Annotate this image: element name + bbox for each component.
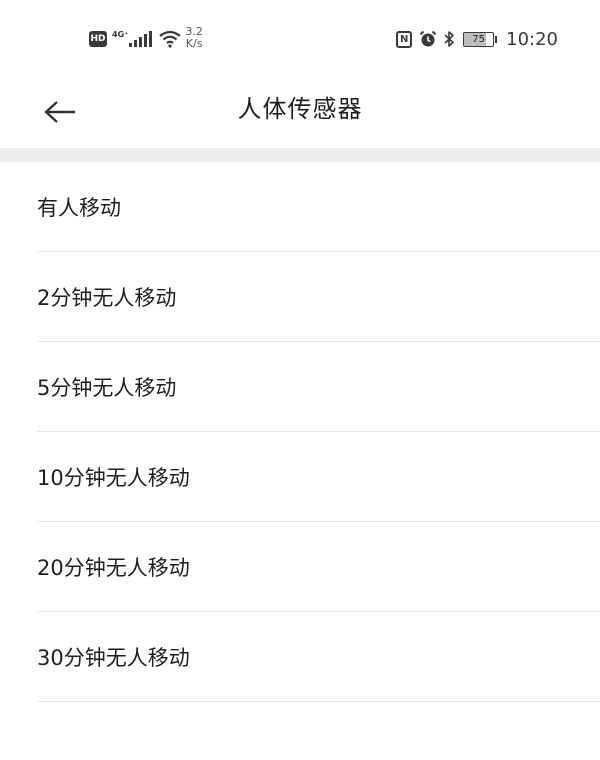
network-type-label: 4G⁺ xyxy=(112,29,129,39)
status-bar: HD 4G⁺ 3.2 K/s N 75 10:20 xyxy=(0,0,600,76)
list-item[interactable]: 2分钟无人移动 xyxy=(0,252,600,342)
status-time: 10:20 xyxy=(506,28,558,50)
network-speed: 3.2 K/s xyxy=(185,26,203,50)
network-speed-unit: K/s xyxy=(185,37,203,50)
wifi-icon xyxy=(159,30,182,48)
nfc-icon: N xyxy=(396,30,413,48)
list-item[interactable]: 5分钟无人移动 xyxy=(0,342,600,432)
signal-icon xyxy=(129,31,153,47)
battery-body: 75 xyxy=(463,31,495,47)
list-item[interactable]: 有人移动 xyxy=(0,162,600,252)
section-divider xyxy=(0,148,600,162)
list-item-label: 10分钟无人移动 xyxy=(37,466,190,490)
list-item-label: 5分钟无人移动 xyxy=(37,376,177,400)
page-title: 人体传感器 xyxy=(237,94,363,123)
list-item[interactable]: 20分钟无人移动 xyxy=(0,522,600,612)
battery-tip xyxy=(495,35,498,43)
battery-level-text: 75 xyxy=(472,33,485,45)
hd-badge: HD xyxy=(89,31,107,47)
list-item-label: 有人移动 xyxy=(37,196,121,220)
list-item[interactable]: 30分钟无人移动 xyxy=(0,612,600,702)
list-item[interactable]: 10分钟无人移动 xyxy=(0,432,600,522)
status-bar-left: HD 4G⁺ 3.2 K/s xyxy=(89,24,203,54)
status-bar-right: N 75 10:20 xyxy=(396,25,558,53)
battery-icon: 75 xyxy=(463,31,498,47)
list-item-label: 20分钟无人移动 xyxy=(37,556,190,580)
alarm-icon xyxy=(419,30,437,47)
title-bar: 人体传感器 xyxy=(0,76,600,148)
list-item-label: 30分钟无人移动 xyxy=(37,646,190,670)
bluetooth-icon xyxy=(444,31,454,47)
list-item-label: 2分钟无人移动 xyxy=(37,286,177,310)
option-list: 有人移动 2分钟无人移动 5分钟无人移动 10分钟无人移动 20分钟无人移动 3… xyxy=(0,162,600,702)
